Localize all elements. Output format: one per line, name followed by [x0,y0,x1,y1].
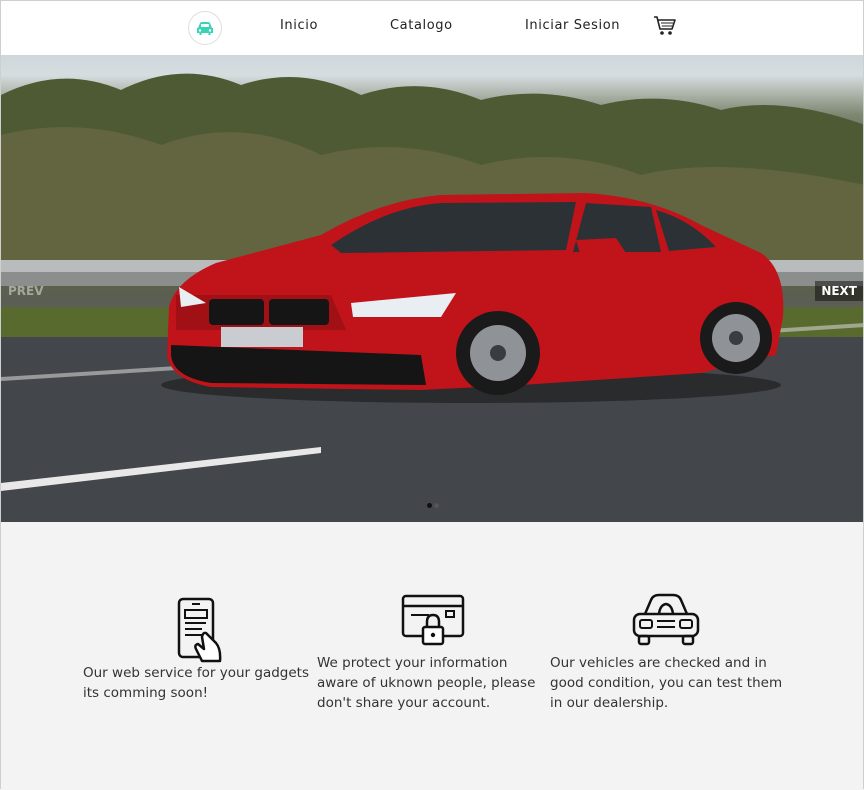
feature-gadgets-text: Our web service for your gadgets its com… [83,665,309,701]
slider-dot-2[interactable] [434,503,439,508]
feature-vehicles-text: Our vehicles are checked and in good con… [550,655,783,711]
features-section: Our web service for your gadgets its com… [1,522,863,790]
nav-link-inicio[interactable]: Inicio [280,18,318,33]
card-lock-icon [401,594,465,646]
slider-indicators [427,503,439,508]
shopping-cart-icon[interactable] [653,15,677,37]
feature-gadgets: Our web service for your gadgets its com… [83,663,313,703]
slider-prev-button[interactable]: PREV [2,281,50,301]
car-front-icon [632,593,700,646]
nav-link-catalogo[interactable]: Catalogo [390,18,453,33]
feature-vehicles: Our vehicles are checked and in good con… [550,653,790,713]
car-icon [197,22,213,35]
logo[interactable] [188,11,222,45]
nav-link-iniciar-sesion[interactable]: Iniciar Sesion [525,18,620,33]
navbar: Inicio Catalogo Iniciar Sesion [1,1,863,55]
hero-car-image [1,73,863,522]
feature-security: We protect your information aware of ukn… [317,653,547,713]
feature-security-text: We protect your information aware of ukn… [317,655,536,711]
smartphone-icon [177,597,222,663]
hero-slider: PREV NEXT [1,55,863,522]
slider-next-button[interactable]: NEXT [815,281,863,301]
slider-dot-1[interactable] [427,503,432,508]
